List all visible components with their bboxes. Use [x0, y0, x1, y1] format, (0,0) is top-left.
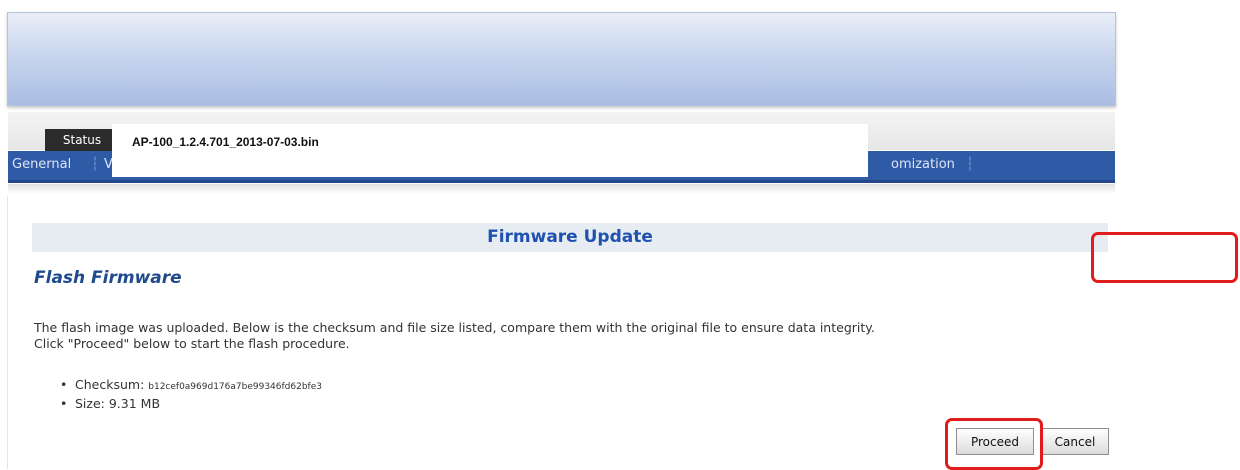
checksum-label: Checksum: — [75, 377, 149, 392]
content-left-border — [7, 196, 8, 469]
description-line-2: Click "Proceed" below to start the flash… — [34, 336, 350, 351]
file-info-list: Checksum: b12cef0a969d176a7be99346fd62bf… — [60, 377, 322, 415]
page-title: Firmware Update — [487, 227, 653, 247]
highlight-box-proceed — [945, 418, 1043, 470]
cancel-button[interactable]: Cancel — [1041, 428, 1109, 455]
checksum-item: Checksum: b12cef0a969d176a7be99346fd62bf… — [60, 377, 322, 396]
size-value: 9.31 MB — [108, 396, 161, 411]
section-subtitle: Flash Firmware — [34, 268, 182, 288]
subnav-separator: ┆ — [966, 157, 974, 172]
nav-shadow — [8, 184, 1115, 194]
subnav-item-general[interactable]: Genernal — [12, 157, 71, 172]
size-label: Size: — [75, 396, 109, 411]
checksum-value: b12cef0a969d176a7be99346fd62bfe3 — [148, 382, 322, 392]
subnav-separator: ┆ — [91, 157, 99, 172]
size-item: Size: 9.31 MB — [60, 396, 322, 415]
section-header: Firmware Update — [32, 223, 1108, 252]
tab-status[interactable]: Status — [45, 129, 119, 151]
header-banner — [7, 12, 1116, 106]
subnav-item-customization[interactable]: omization — [891, 157, 955, 172]
uploaded-filename: AP-100_1.2.4.701_2013-07-03.bin — [132, 135, 319, 149]
description: The flash image was uploaded. Below is t… — [34, 320, 1094, 352]
description-line-1: The flash image was uploaded. Below is t… — [34, 320, 875, 335]
highlight-box-top — [1091, 232, 1238, 283]
filename-overlay: AP-100_1.2.4.701_2013-07-03.bin — [112, 124, 868, 177]
